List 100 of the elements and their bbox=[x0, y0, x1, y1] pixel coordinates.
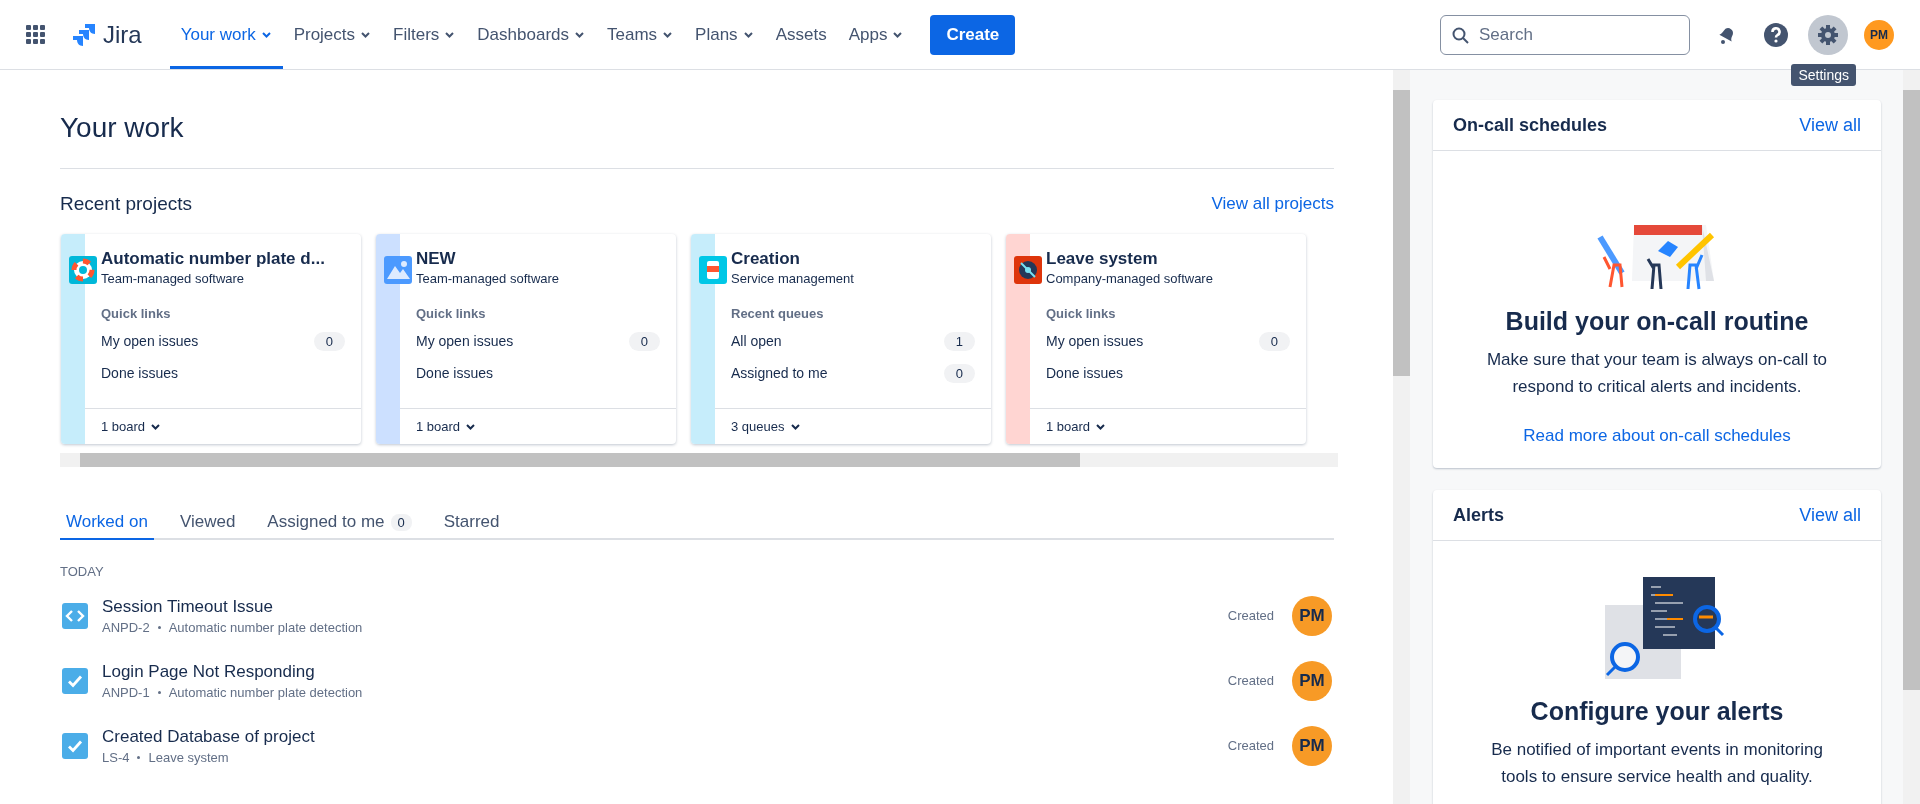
project-name[interactable]: NEW bbox=[416, 249, 666, 269]
section-heading: Quick links bbox=[1046, 306, 1117, 321]
read-more-link[interactable]: Read more about on-call schedules bbox=[1523, 426, 1791, 446]
tab[interactable]: Viewed bbox=[173, 511, 242, 540]
app-grid-icon[interactable] bbox=[26, 25, 45, 44]
nav-item[interactable]: Apps bbox=[837, 0, 915, 69]
card-heading: Configure your alerts bbox=[1530, 697, 1784, 726]
activity-label: Created bbox=[1227, 673, 1274, 688]
card-description: Be notified of important events in monitoring tools to ensure service health and quality. bbox=[1490, 739, 1824, 788]
issue-title[interactable]: Created Database of project bbox=[102, 726, 1228, 747]
activity-label: Created bbox=[1227, 738, 1274, 753]
project-name: Automatic number plate detection bbox=[168, 619, 363, 635]
nav-item[interactable]: Projects bbox=[282, 0, 383, 69]
quick-link[interactable]: Done issues bbox=[101, 365, 179, 381]
quick-link[interactable]: Assigned to me bbox=[731, 365, 828, 381]
lifebuoy-icon bbox=[69, 256, 97, 284]
vertical-scrollbar[interactable] bbox=[1393, 70, 1410, 804]
user-avatar[interactable]: PM bbox=[1864, 19, 1894, 50]
user-avatar: PM bbox=[1292, 725, 1332, 766]
nav-item[interactable]: Dashboards bbox=[466, 0, 596, 69]
view-all-link[interactable]: View all bbox=[1799, 114, 1861, 136]
chevron-down-icon bbox=[260, 30, 272, 39]
chevron-down-icon bbox=[662, 30, 674, 39]
chevron-down-icon bbox=[1095, 422, 1107, 431]
project-type: Team-managed software bbox=[416, 271, 561, 286]
page-title: Your work bbox=[60, 112, 1334, 169]
quick-link[interactable]: My open issues bbox=[416, 333, 514, 349]
nav-item[interactable]: Filters bbox=[382, 0, 467, 69]
vertical-scrollbar[interactable] bbox=[1903, 70, 1920, 804]
project-name: Leave system bbox=[148, 749, 229, 765]
section-heading: Recent projects bbox=[60, 193, 192, 215]
project-card[interactable]: Automatic number plate d... Team-managed software Quick links My open issues 0 Done issues 1 board bbox=[61, 234, 361, 444]
cup-icon bbox=[699, 256, 727, 284]
jira-logo-icon[interactable] bbox=[71, 21, 97, 48]
issue-key: ANPD-2 bbox=[102, 619, 150, 635]
board-dropdown[interactable]: 1 board bbox=[1046, 419, 1107, 434]
search-field[interactable]: Search bbox=[1440, 14, 1690, 55]
search-icon bbox=[1452, 26, 1469, 44]
view-all-projects-link[interactable]: View all projects bbox=[1211, 194, 1334, 214]
nav-item[interactable]: Assets bbox=[764, 0, 838, 69]
section-heading: Quick links bbox=[416, 306, 487, 321]
quick-link[interactable]: Done issues bbox=[416, 365, 494, 381]
card-heading: Build your on-call routine bbox=[1505, 307, 1809, 336]
user-avatar: PM bbox=[1292, 595, 1332, 636]
tab[interactable]: Starred bbox=[437, 511, 506, 540]
count-badge: 0 bbox=[313, 331, 345, 351]
project-card[interactable]: NEW Team-managed software Quick links My open issues 0 Done issues 1 board bbox=[376, 234, 676, 444]
board-dropdown[interactable]: 1 board bbox=[101, 419, 162, 434]
quick-link[interactable]: All open bbox=[731, 333, 782, 349]
count-badge: 0 bbox=[1258, 331, 1290, 351]
mountains-icon bbox=[384, 256, 412, 284]
chevron-down-icon bbox=[892, 30, 904, 39]
issue-key: LS-4 bbox=[102, 749, 130, 765]
tab[interactable]: Assigned to me 0 bbox=[261, 511, 418, 540]
checkbox-icon bbox=[62, 667, 88, 694]
view-all-link[interactable]: View all bbox=[1799, 504, 1861, 526]
board-dropdown[interactable]: 3 queues bbox=[731, 419, 801, 434]
help-icon[interactable] bbox=[1764, 22, 1788, 47]
nav-item[interactable]: Your work bbox=[169, 0, 283, 69]
project-type: Team-managed software bbox=[101, 271, 246, 286]
nav-item[interactable]: Teams bbox=[596, 0, 685, 69]
project-name[interactable]: Automatic number plate d... bbox=[101, 249, 351, 269]
chevron-down-icon bbox=[574, 30, 585, 39]
section-heading: Recent queues bbox=[731, 306, 825, 321]
project-type: Service management bbox=[731, 271, 855, 286]
board-dropdown[interactable]: 1 board bbox=[416, 419, 477, 434]
chevron-down-icon bbox=[150, 422, 162, 431]
project-card[interactable]: Leave system Company-managed software Quick links My open issues 0 Done issues 1 board bbox=[1006, 234, 1306, 444]
count-badge: 0 bbox=[628, 331, 660, 351]
issue-title[interactable]: Login Page Not Responding bbox=[102, 661, 1228, 682]
tab[interactable]: Worked on bbox=[60, 511, 154, 540]
activity-label: Created bbox=[1227, 608, 1274, 623]
chevron-down-icon bbox=[444, 30, 456, 39]
user-avatar: PM bbox=[1292, 660, 1332, 701]
chevron-down-icon bbox=[465, 422, 477, 431]
project-name[interactable]: Leave system bbox=[1046, 249, 1296, 269]
code-icon bbox=[62, 602, 88, 629]
horizontal-scrollbar[interactable] bbox=[60, 453, 1338, 467]
project-card[interactable]: Creation Service management Recent queues All open 1 Assigned to me 0 3 queues bbox=[691, 234, 991, 444]
quick-link[interactable]: My open issues bbox=[1046, 333, 1144, 349]
section-heading: Quick links bbox=[101, 306, 172, 321]
quick-link[interactable]: Done issues bbox=[1046, 365, 1124, 381]
settings-icon bbox=[1817, 23, 1839, 46]
card-title: Alerts bbox=[1453, 504, 1505, 526]
group-heading: TODAY bbox=[60, 564, 105, 579]
count-badge: 1 bbox=[943, 331, 975, 351]
checkbox-icon bbox=[62, 732, 88, 759]
chevron-down-icon bbox=[789, 422, 801, 431]
tooltip: Settings bbox=[1791, 64, 1856, 86]
create-button[interactable]: Create bbox=[930, 14, 1016, 55]
app-name[interactable]: Jira bbox=[103, 20, 142, 49]
quick-link[interactable]: My open issues bbox=[101, 333, 199, 349]
issue-title[interactable]: Session Timeout Issue bbox=[102, 596, 1228, 617]
issue-key: ANPD-1 bbox=[102, 684, 150, 700]
project-name[interactable]: Creation bbox=[731, 249, 981, 269]
settings-button[interactable] bbox=[1808, 14, 1848, 55]
card-description: Make sure that your team is always on-call to respond to critical alerts and incidents. bbox=[1485, 349, 1829, 398]
chevron-down-icon bbox=[360, 30, 372, 39]
nav-item[interactable]: Plans bbox=[684, 0, 765, 69]
chevron-down-icon bbox=[742, 30, 754, 39]
